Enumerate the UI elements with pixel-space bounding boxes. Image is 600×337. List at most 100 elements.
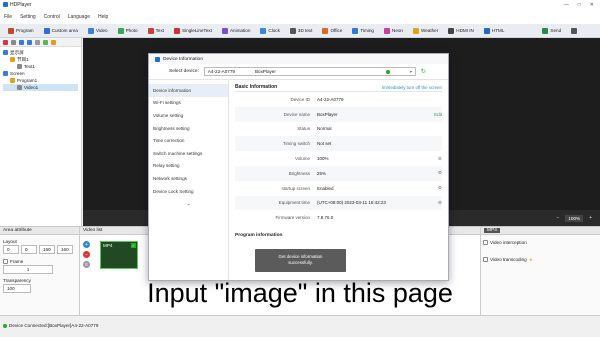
- toolbar-weather-button[interactable]: Weather: [408, 24, 443, 37]
- nav-item[interactable]: Network settings: [149, 172, 228, 185]
- move-up-icon[interactable]: [19, 39, 24, 45]
- tree-item[interactable]: 显示屏: [3, 49, 78, 56]
- more-icon: [571, 27, 578, 34]
- toolbar-more-button[interactable]: [566, 24, 584, 37]
- toolbar-label: Weather: [420, 28, 439, 33]
- device-information-dialog: Device Information Select device: A4-22-…: [148, 53, 449, 281]
- row-settings-icon[interactable]: ⚙: [432, 200, 442, 206]
- checked-icon: ✓: [131, 243, 136, 248]
- row-settings-icon[interactable]: ⚙: [432, 156, 442, 162]
- program-icon: [8, 27, 14, 34]
- toolbar-text-button[interactable]: Text: [143, 24, 169, 37]
- toolbar-clock-button[interactable]: Clock: [255, 24, 285, 37]
- zoom-level[interactable]: 100%: [565, 214, 584, 222]
- menu-control[interactable]: Control: [44, 14, 60, 20]
- zoom-in-icon[interactable]: +: [589, 215, 592, 221]
- frame-checkbox[interactable]: [3, 259, 8, 264]
- frame-select[interactable]: 1: [3, 265, 53, 274]
- video-thumbnail[interactable]: MP4 ✓: [100, 241, 138, 269]
- toolbar-singlelinetext-button[interactable]: SingleLineText: [169, 24, 217, 37]
- menu-file[interactable]: File: [4, 14, 12, 20]
- nav-item[interactable]: Time correction: [149, 134, 228, 147]
- info-row: startup screen Enabled ⚙: [235, 181, 442, 196]
- add-icon[interactable]: [43, 39, 48, 45]
- layout-w-input[interactable]: 160: [39, 245, 55, 254]
- window-title: HDPlayer: [10, 1, 32, 8]
- nav-scroll-down-icon[interactable]: ⌄: [149, 197, 228, 210]
- info-value: Not set: [317, 141, 332, 147]
- tree-item[interactable]: Screen: [3, 70, 78, 77]
- edit-button[interactable]: Edit: [432, 112, 442, 117]
- frame-label: Frame: [10, 259, 24, 264]
- add-video-icon[interactable]: +: [83, 241, 90, 248]
- status-bar: Device Connected:[BoxPlayer]A4-22-A0779: [0, 315, 600, 337]
- info-row: Equipment time (UTC+08:00) 2023-03-11 16:…: [235, 195, 442, 211]
- tree-item[interactable]: 节目1: [3, 56, 78, 63]
- layout-y-input[interactable]: 0: [21, 245, 37, 254]
- info-label: Volume: [294, 156, 310, 162]
- video-interception-checkbox[interactable]: [483, 240, 488, 245]
- menu-setting[interactable]: Setting: [20, 14, 36, 20]
- toolbar-send-button[interactable]: Send: [537, 24, 566, 37]
- toolbar-label: Office: [330, 28, 343, 33]
- close-button[interactable]: ✕: [590, 2, 594, 8]
- nav-item[interactable]: Wi-Fi settings: [149, 97, 228, 110]
- star-icon: ★: [528, 257, 533, 262]
- animation-icon: [221, 27, 228, 34]
- text-icon: [147, 27, 154, 34]
- maximize-button[interactable]: □: [578, 2, 581, 8]
- tree-item-label: Program1: [17, 78, 38, 83]
- program-icon: [10, 78, 15, 83]
- info-row: Firmware version 7.8.76.0: [235, 210, 442, 225]
- info-label: Status: [297, 126, 310, 132]
- toolbar-neon-button[interactable]: Neon: [379, 24, 408, 37]
- toolbar-video-button[interactable]: Video: [83, 24, 113, 37]
- toolbar-label: HDMI IN: [456, 28, 474, 33]
- dialog-app-icon: [155, 56, 160, 62]
- turn-off-screen-link[interactable]: Immediately turn off the screen: [382, 85, 442, 90]
- program-tree: 显示屏 节目1 Text1 Screen Program1 Video1: [0, 47, 81, 93]
- info-value: BoxPlayer: [317, 111, 338, 117]
- toolbar-timing-button[interactable]: Timing: [347, 24, 379, 37]
- settings-icon[interactable]: [51, 39, 56, 45]
- nav-item[interactable]: Device information: [149, 84, 228, 97]
- refresh-icon[interactable]: ↻: [421, 68, 426, 75]
- row-settings-icon[interactable]: ⚙: [432, 185, 442, 191]
- move-down-icon[interactable]: [27, 39, 32, 45]
- copy-icon[interactable]: [11, 39, 16, 45]
- toolbar-html-button[interactable]: HTML: [479, 24, 510, 37]
- toolbar-photo-button[interactable]: Photo: [113, 24, 143, 37]
- minimize-button[interactable]: —: [564, 2, 569, 8]
- weather-icon: [412, 27, 419, 34]
- toolbar-hdmi-in-button[interactable]: HDMI IN: [443, 24, 479, 37]
- layout-x-input[interactable]: 0: [3, 245, 19, 254]
- toolbar-program-button[interactable]: Program: [3, 24, 39, 37]
- video-settings-icon[interactable]: ≡: [83, 261, 90, 268]
- toolbar-custom-area-button[interactable]: Custom area: [39, 24, 83, 37]
- area-attribute-title: Area attribute: [0, 227, 79, 235]
- toolbar-office-button[interactable]: Office: [317, 24, 347, 37]
- menu-language[interactable]: Language: [68, 14, 90, 20]
- video-transcoding-checkbox[interactable]: [483, 257, 488, 262]
- nav-item[interactable]: Device Lock Setting: [149, 185, 228, 198]
- tree-item[interactable]: Program1: [3, 77, 78, 84]
- nav-item[interactable]: Relay setting: [149, 160, 228, 173]
- device-select-id: A4-22-A0779: [207, 69, 235, 74]
- lock-icon[interactable]: [35, 39, 40, 45]
- nav-item[interactable]: Brightness setting: [149, 122, 228, 135]
- nav-item[interactable]: Volume setting: [149, 109, 228, 122]
- tree-item-label: Video1: [24, 85, 39, 90]
- menu-help[interactable]: Help: [98, 14, 108, 20]
- toolbar-animation-button[interactable]: Animation: [217, 24, 255, 37]
- nav-item[interactable]: Switch machine settings: [149, 147, 228, 160]
- remove-video-icon[interactable]: −: [83, 251, 90, 258]
- tree-item[interactable]: Text1: [3, 63, 78, 70]
- zoom-out-icon[interactable]: −: [556, 215, 559, 221]
- dialog-title-bar: Device Information: [149, 54, 448, 64]
- layout-h-input[interactable]: 160: [57, 245, 73, 254]
- toolbar-3d-text-button[interactable]: 3D text: [285, 24, 318, 37]
- row-settings-icon[interactable]: ⚙: [432, 170, 442, 176]
- tree-item[interactable]: Video1: [3, 84, 78, 91]
- device-select[interactable]: A4-22-A0779 BoxPlayer ▾: [203, 67, 416, 76]
- delete-icon[interactable]: [3, 39, 8, 45]
